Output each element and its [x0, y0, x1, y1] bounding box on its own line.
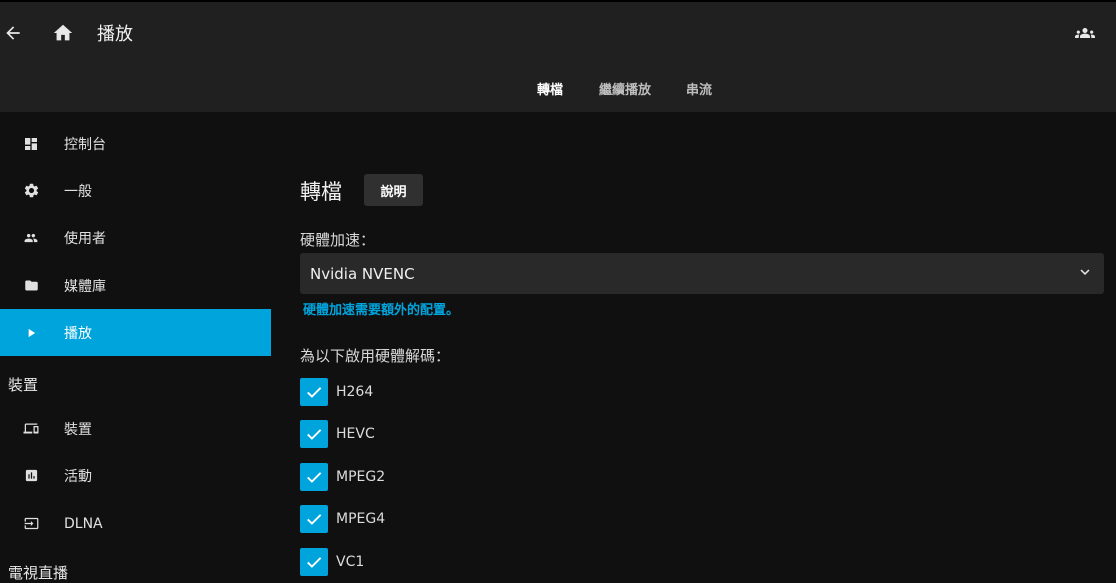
- hw-decoding-label: 為以下啟用硬體解碼：: [300, 347, 451, 365]
- checkbox-checked[interactable]: [300, 463, 328, 491]
- codec-checkbox-hevc[interactable]: HEVC: [300, 420, 600, 448]
- sidebar-item-general[interactable]: 一般: [0, 167, 271, 214]
- checkbox-checked[interactable]: [300, 378, 328, 406]
- user-menu-button[interactable]: [1071, 21, 1099, 45]
- users-icon: [1075, 28, 1095, 38]
- sidebar-item-label: DLNA: [64, 515, 103, 532]
- checkmark-icon: [307, 514, 322, 525]
- tab-streaming[interactable]: 串流: [686, 79, 712, 98]
- codec-checkbox-mpeg4[interactable]: MPEG4: [300, 505, 600, 533]
- home-button[interactable]: [51, 21, 75, 45]
- sidebar-item-libraries[interactable]: 媒體庫: [0, 262, 271, 309]
- dashboard-icon: [22, 135, 40, 153]
- sidebar-item-label: 裝置: [64, 421, 92, 438]
- codec-checkbox-h264[interactable]: H264: [300, 378, 600, 406]
- checkbox-checked[interactable]: [300, 420, 328, 448]
- chevron-down-icon: [1076, 263, 1094, 285]
- sidebar-item-label: 控制台: [64, 136, 106, 153]
- sidebar-item-devices[interactable]: 裝置: [0, 405, 271, 452]
- app-header: 播放 轉檔 繼續播放 串流: [0, 0, 1116, 112]
- home-icon: [53, 24, 73, 41]
- sidebar-section-livetv: 電視直播: [8, 564, 69, 582]
- codec-label: HEVC: [336, 426, 375, 442]
- checkbox-checked[interactable]: [300, 548, 328, 576]
- back-button[interactable]: [2, 22, 24, 44]
- sidebar-item-dashboard[interactable]: 控制台: [0, 120, 271, 167]
- section-title: 轉檔: [300, 180, 342, 204]
- gear-icon: [22, 182, 40, 200]
- play-icon: [22, 324, 40, 342]
- codec-checkbox-vc1[interactable]: VC1: [300, 548, 600, 576]
- tab-resume[interactable]: 繼續播放: [599, 79, 651, 98]
- sidebar: 控制台 一般 使用者 媒體庫 播放 裝置 裝置 活動 DLNA 電視直播: [0, 112, 271, 582]
- checkmark-icon: [307, 429, 322, 440]
- sidebar-item-activity[interactable]: 活動: [0, 452, 271, 499]
- folder-icon: [22, 277, 40, 295]
- sidebar-item-label: 一般: [64, 183, 92, 200]
- checkmark-icon: [307, 557, 322, 568]
- hw-accel-select[interactable]: Nvidia NVENC: [300, 253, 1104, 294]
- sidebar-item-label: 使用者: [64, 230, 106, 247]
- tab-transcoding[interactable]: 轉檔: [537, 79, 563, 98]
- sidebar-item-dlna[interactable]: DLNA: [0, 500, 271, 547]
- page-title: 播放: [97, 24, 133, 45]
- checkmark-icon: [307, 387, 322, 398]
- sidebar-item-users[interactable]: 使用者: [0, 214, 271, 261]
- activity-icon: [22, 467, 40, 485]
- codec-label: MPEG4: [336, 511, 386, 527]
- main-content: 轉檔 說明 硬體加速： Nvidia NVENC 硬體加速需要額外的配置。 為以…: [300, 112, 1116, 576]
- sidebar-item-label: 播放: [64, 325, 92, 342]
- checkbox-checked[interactable]: [300, 505, 328, 533]
- checkmark-icon: [307, 472, 322, 483]
- sidebar-section-devices: 裝置: [8, 376, 39, 394]
- codec-checkbox-mpeg2[interactable]: MPEG2: [300, 463, 600, 491]
- help-button[interactable]: 說明: [364, 174, 423, 206]
- codec-label: H264: [336, 384, 374, 400]
- sidebar-item-label: 活動: [64, 468, 92, 485]
- dlna-icon: [22, 515, 40, 533]
- hw-accel-label: 硬體加速：: [300, 231, 376, 249]
- devices-icon: [22, 420, 40, 438]
- users-icon: [22, 229, 40, 247]
- codec-label: VC1: [336, 554, 365, 570]
- arrow-left-icon: [6, 26, 20, 40]
- codec-label: MPEG2: [336, 469, 386, 485]
- hw-accel-value: Nvidia NVENC: [310, 264, 415, 283]
- sidebar-item-label: 媒體庫: [64, 278, 106, 295]
- sidebar-item-playback[interactable]: 播放: [0, 309, 271, 356]
- hw-accel-hint-link[interactable]: 硬體加速需要額外的配置。: [303, 299, 459, 318]
